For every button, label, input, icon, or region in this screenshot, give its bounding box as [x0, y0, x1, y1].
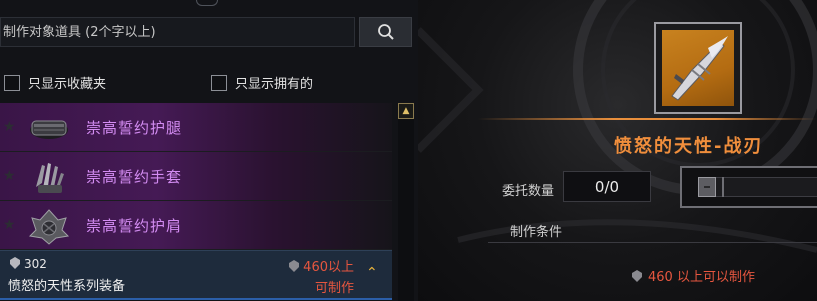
crafting-list-panel: 只显示收藏夹 只显示拥有的 ★ 崇高誓约护腿 ★ 崇高誓约手 — [0, 0, 418, 301]
search-input[interactable] — [0, 17, 355, 47]
list-item[interactable]: ★ 崇高誓约护腿 — [0, 103, 392, 152]
slider-handle[interactable] — [698, 177, 716, 197]
item-level-icon — [10, 257, 20, 269]
search-button[interactable] — [359, 17, 412, 47]
favorite-star-icon[interactable]: ★ — [3, 168, 16, 184]
list-scrollbar[interactable]: ▲ — [398, 103, 414, 301]
recipe-list: ★ 崇高誓约护腿 ★ 崇高誓约手套 ★ 崇高誓约护肩 302 愤怒的天性系列装备… — [0, 103, 392, 301]
list-item[interactable]: ★ 崇高誓约手套 — [0, 152, 392, 201]
war-blade-icon — [662, 30, 734, 106]
item-title: 愤怒的天性-战刃 — [614, 136, 764, 157]
item-label: 崇高誓约护肩 — [86, 217, 183, 235]
condition-divider — [488, 242, 817, 243]
owned-only-checkbox[interactable]: 只显示拥有的 — [211, 73, 313, 92]
item-label: 崇高誓约护腿 — [86, 119, 183, 137]
item-label: 崇高誓约手套 — [86, 168, 183, 186]
craftable-text: 可制作 — [314, 281, 354, 296]
checkbox-box[interactable] — [4, 74, 20, 91]
scroll-up-button[interactable]: ▲ — [398, 103, 414, 119]
requirement-text: 460以上 — [303, 260, 354, 275]
glove-icon — [36, 163, 64, 193]
quantity-field[interactable]: 0/0 — [563, 171, 651, 202]
slider-notch — [722, 177, 724, 197]
condition-text: 460 以上可以制作 — [648, 270, 755, 285]
condition-label: 制作条件 — [510, 225, 563, 240]
favorites-only-label: 只显示收藏夹 — [28, 77, 107, 92]
favorites-only-checkbox[interactable]: 只显示收藏夹 — [4, 73, 106, 92]
quantity-slider[interactable] — [680, 166, 817, 208]
group-row[interactable]: 302 愤怒的天性系列装备 460以上 可制作 ⌃ — [0, 250, 392, 300]
item-level-icon — [632, 269, 642, 282]
selection-underline — [0, 298, 392, 300]
quantity-label: 委托数量 — [502, 184, 555, 199]
panel-top-notch — [196, 0, 218, 6]
favorite-star-icon[interactable]: ★ — [3, 119, 16, 135]
item-icon-frame — [654, 22, 742, 114]
checkbox-box[interactable] — [211, 74, 227, 91]
list-item[interactable]: ★ 崇高誓约护肩 — [0, 201, 392, 250]
group-level: 302 — [24, 257, 47, 271]
condition-requirement: 460 以上可以制作 — [632, 266, 755, 285]
chevron-up-icon[interactable]: ⌃ — [366, 265, 384, 283]
group-requirement: 460以上 — [289, 256, 354, 275]
owned-only-label: 只显示拥有的 — [235, 77, 314, 92]
favorite-star-icon[interactable]: ★ — [3, 217, 16, 233]
title-divider — [478, 118, 817, 120]
leg-armor-icon — [30, 120, 68, 139]
shoulder-armor-icon — [28, 209, 70, 245]
item-level-icon — [289, 259, 300, 272]
group-name: 愤怒的天性系列装备 — [8, 279, 126, 294]
search-icon — [377, 24, 394, 40]
item-detail-panel: 愤怒的天性-战刃 委托数量 0/0 制作条件 460 以上可以制作 — [418, 0, 817, 301]
